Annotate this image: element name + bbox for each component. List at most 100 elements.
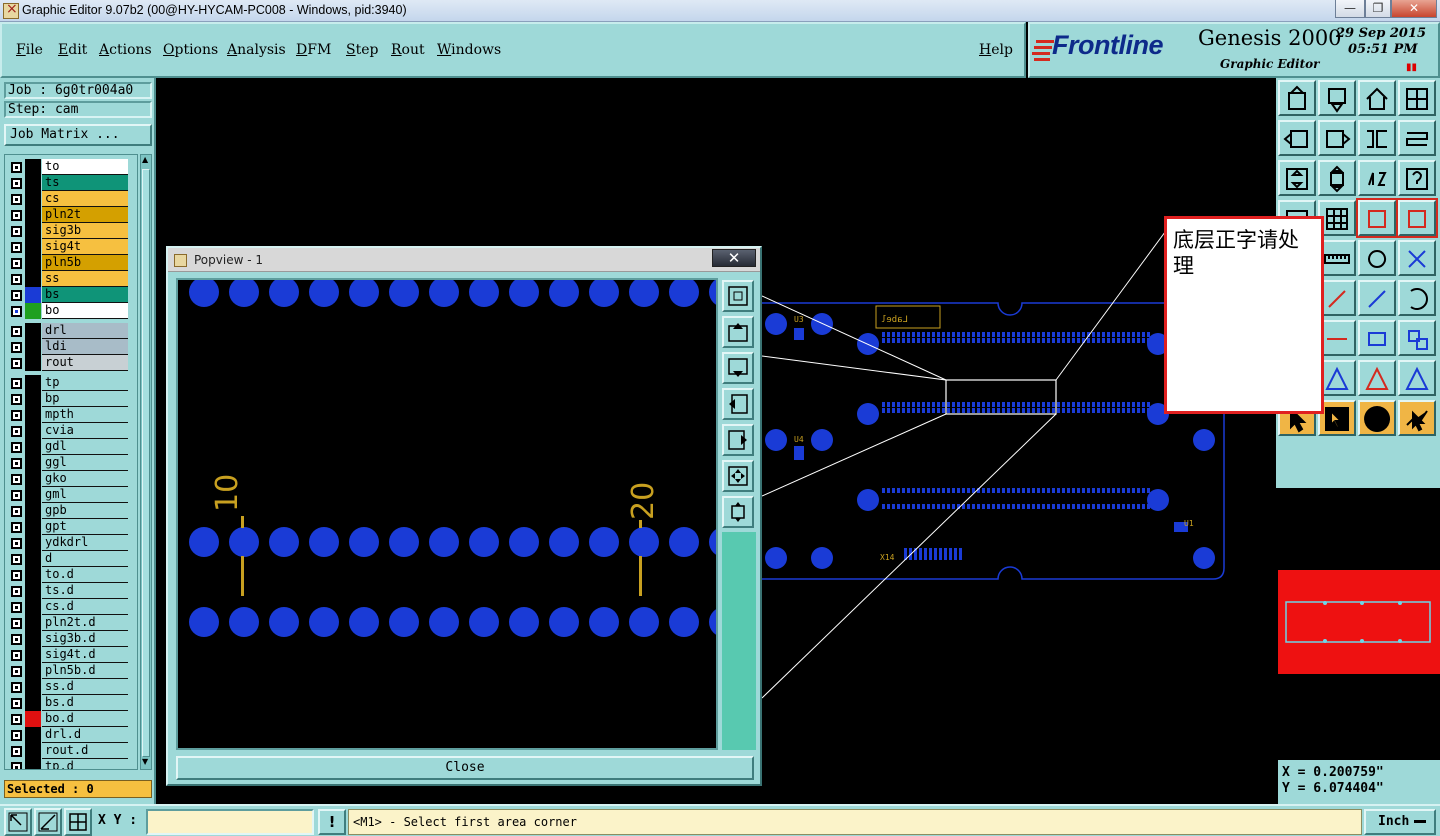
- help-button[interactable]: [1398, 160, 1436, 196]
- menu-rout[interactable]: Rout: [391, 42, 425, 58]
- polygon-button[interactable]: [1358, 320, 1396, 356]
- layer-color-swatch[interactable]: [25, 487, 41, 503]
- layer-checkbox[interactable]: [11, 242, 22, 253]
- layer-color-swatch[interactable]: [25, 239, 41, 255]
- layer-checkbox[interactable]: [11, 762, 22, 769]
- layer-color-swatch[interactable]: [25, 223, 41, 239]
- layer-color-swatch[interactable]: [25, 711, 41, 727]
- zoom-fit-button[interactable]: [1278, 160, 1316, 196]
- maximize-button[interactable]: ❐: [1365, 0, 1391, 18]
- layer-color-swatch[interactable]: [25, 375, 41, 391]
- warning-button[interactable]: !: [318, 809, 346, 835]
- popview-pan-right-button[interactable]: [722, 424, 754, 456]
- zoom-button[interactable]: [1318, 160, 1356, 196]
- layer-row-pln2t[interactable]: pln2t: [5, 207, 129, 223]
- popview-pan-up-button[interactable]: [722, 316, 754, 348]
- layer-color-swatch[interactable]: [25, 743, 41, 759]
- triangle3-button[interactable]: [1358, 360, 1396, 396]
- menu-file[interactable]: File: [16, 42, 43, 58]
- left-button[interactable]: [1278, 120, 1316, 156]
- layer-row-tp-d[interactable]: tp.d: [5, 759, 129, 769]
- layer-color-swatch[interactable]: [25, 583, 41, 599]
- layer-color-swatch[interactable]: [25, 255, 41, 271]
- layer-row-ss-d[interactable]: ss.d: [5, 679, 129, 695]
- layer-name[interactable]: drl: [42, 323, 128, 339]
- layer-name[interactable]: bs: [42, 287, 128, 303]
- cross-pad-button[interactable]: [1398, 240, 1436, 276]
- mirror-button[interactable]: [1398, 120, 1436, 156]
- layer-checkbox[interactable]: [11, 210, 22, 221]
- layer-row-ydkdrl[interactable]: ydkdrl: [5, 535, 129, 551]
- layer-color-swatch[interactable]: [25, 355, 41, 371]
- layer-color-swatch[interactable]: [25, 599, 41, 615]
- layer-name[interactable]: ss: [42, 271, 128, 287]
- layer-row-ss[interactable]: ss: [5, 271, 129, 287]
- layer-name[interactable]: to.d: [42, 567, 128, 583]
- layer-checkbox[interactable]: [11, 634, 22, 645]
- layer-row-cvia[interactable]: cvia: [5, 423, 129, 439]
- menu-step[interactable]: Step: [346, 42, 378, 58]
- layer-row-sig3b[interactable]: sig3b: [5, 223, 129, 239]
- layer-name[interactable]: pln5b: [42, 255, 128, 271]
- layer-row-gpb[interactable]: gpb: [5, 503, 129, 519]
- layer-row-ts[interactable]: ts: [5, 175, 129, 191]
- layer-row-ts-d[interactable]: ts.d: [5, 583, 129, 599]
- units-select[interactable]: Inch: [1364, 809, 1436, 835]
- overview-map[interactable]: [1278, 490, 1440, 758]
- layer-color-swatch[interactable]: [25, 391, 41, 407]
- layer-checkbox[interactable]: [11, 570, 22, 581]
- popview-zoom-in-button[interactable]: [722, 460, 754, 492]
- layer-color-swatch[interactable]: [25, 323, 41, 339]
- layer-color-swatch[interactable]: [25, 175, 41, 191]
- layer-row-pln5b-d[interactable]: pln5b.d: [5, 663, 129, 679]
- triangle4-button[interactable]: [1398, 360, 1436, 396]
- layer-color-swatch[interactable]: [25, 455, 41, 471]
- layer-name[interactable]: bo.d: [42, 711, 128, 727]
- layer-name[interactable]: rout.d: [42, 743, 128, 759]
- layer-name[interactable]: pln5b.d: [42, 663, 128, 679]
- layer-checkbox[interactable]: [11, 178, 22, 189]
- scroll-up-arrow-icon[interactable]: ▲: [142, 156, 150, 166]
- layer-name[interactable]: to: [42, 159, 128, 175]
- home-button[interactable]: [1358, 80, 1396, 116]
- layer-row-drl[interactable]: drl: [5, 323, 129, 339]
- layer-color-swatch[interactable]: [25, 615, 41, 631]
- close-button[interactable]: ✕: [1391, 0, 1437, 18]
- layer-name[interactable]: cs.d: [42, 599, 128, 615]
- layer-checkbox[interactable]: [11, 342, 22, 353]
- layer-name[interactable]: gko: [42, 471, 128, 487]
- layer-name[interactable]: tp.d: [42, 759, 128, 769]
- layer-checkbox[interactable]: [11, 358, 22, 369]
- menu-help[interactable]: Help: [979, 42, 1013, 58]
- layer-color-swatch[interactable]: [25, 207, 41, 223]
- menu-windows[interactable]: Windows: [437, 42, 501, 58]
- popview-zoom-fit-button[interactable]: [722, 280, 754, 312]
- layer-checkbox[interactable]: [11, 326, 22, 337]
- layer-checkbox[interactable]: [11, 306, 22, 317]
- layer-checkbox[interactable]: [11, 394, 22, 405]
- layer-row-sig4t-d[interactable]: sig4t.d: [5, 647, 129, 663]
- layer-checkbox[interactable]: [11, 538, 22, 549]
- layer-name[interactable]: sig3b: [42, 223, 128, 239]
- layer-color-swatch[interactable]: [25, 423, 41, 439]
- layer-checkbox[interactable]: [11, 226, 22, 237]
- layer-row-gpt[interactable]: gpt: [5, 519, 129, 535]
- layer-checkbox[interactable]: [11, 162, 22, 173]
- layer-scrollbar[interactable]: ▲ ▼: [140, 154, 152, 770]
- layer-color-swatch[interactable]: [25, 727, 41, 743]
- layer-checkbox[interactable]: [11, 442, 22, 453]
- layer-row-drl-d[interactable]: drl.d: [5, 727, 129, 743]
- home-up-button[interactable]: [1278, 80, 1316, 116]
- layer-checkbox[interactable]: [11, 698, 22, 709]
- layers-red-button[interactable]: [1356, 198, 1398, 238]
- layer-checkbox[interactable]: [11, 290, 22, 301]
- layer-color-swatch[interactable]: [25, 695, 41, 711]
- scale-button[interactable]: [1358, 160, 1396, 196]
- layer-checkbox[interactable]: [11, 714, 22, 725]
- popview-titlebar[interactable]: Popview - 1: [168, 248, 760, 272]
- menu-actions[interactable]: Actions: [99, 42, 152, 58]
- layer-row-gdl[interactable]: gdl: [5, 439, 129, 455]
- layer-checkbox[interactable]: [11, 474, 22, 485]
- minimize-button[interactable]: —: [1335, 0, 1365, 18]
- down-button[interactable]: [1318, 80, 1356, 116]
